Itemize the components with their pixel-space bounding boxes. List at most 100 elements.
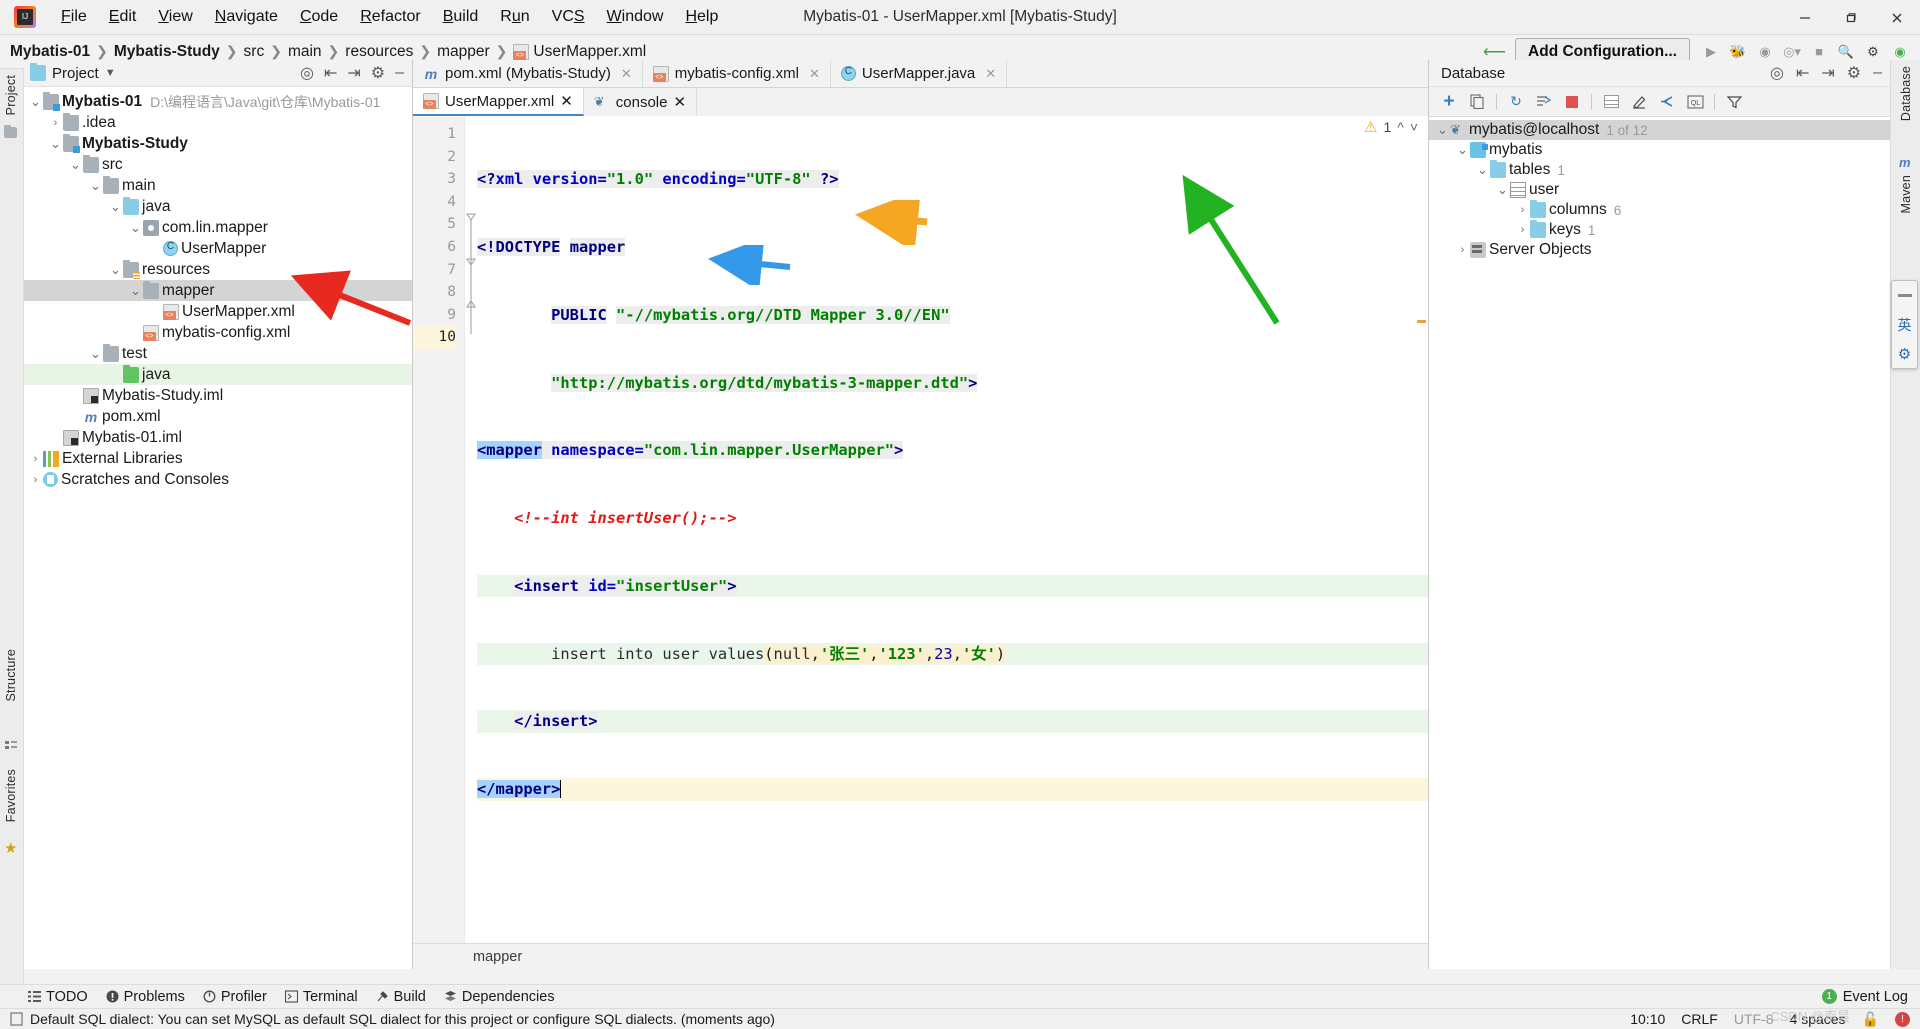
code-content[interactable]: <?xml version="1.0" encoding="UTF-8" ?> … (477, 117, 1428, 943)
build-hammer-icon[interactable]: ⟶ (1477, 42, 1512, 62)
edit-icon[interactable] (1625, 89, 1653, 115)
project-tree-item[interactable]: ⌄ resources (24, 259, 412, 280)
menu-window[interactable]: Window (596, 4, 675, 30)
project-tree-item[interactable]: ⌄ main (24, 175, 412, 196)
refresh-icon[interactable]: ↻ (1502, 89, 1530, 115)
menu-help[interactable]: Help (674, 4, 729, 30)
error-stripe-marker[interactable] (1417, 320, 1426, 323)
fold-region-insert[interactable] (465, 257, 477, 317)
editor-sub-tab[interactable]: UserMapper.xml ✕ (413, 88, 584, 116)
chevron-right-icon[interactable]: › (48, 117, 63, 129)
ime-floating-panel[interactable]: 英 ⚙ (1891, 280, 1918, 369)
chevron-right-icon[interactable]: › (28, 453, 43, 465)
menu-run[interactable]: Run (489, 4, 540, 30)
chevron-right-icon[interactable]: › (1515, 204, 1530, 216)
filter-icon[interactable] (1720, 89, 1748, 115)
project-tree-item[interactable]: UserMapper (24, 238, 412, 259)
minimize-icon[interactable] (1894, 285, 1915, 306)
database-tree-item[interactable]: ⌄ ❦ mybatis@localhost 1 of 12 (1429, 120, 1890, 140)
breadcrumb-item-0[interactable]: Mybatis-01 (10, 43, 90, 61)
chevron-down-icon[interactable]: ▼ (105, 67, 116, 79)
close-tab-icon[interactable]: ✕ (985, 66, 996, 82)
event-log-label[interactable]: Event Log (1843, 989, 1908, 1005)
project-tree-item[interactable]: m pom.xml (24, 406, 412, 427)
favorites-star-icon[interactable]: ★ (4, 839, 20, 857)
chevron-down-icon[interactable]: ⌄ (28, 95, 43, 108)
project-tree-item[interactable]: ⌄ test (24, 343, 412, 364)
menu-vcs[interactable]: VCS (541, 4, 596, 30)
database-tree-item[interactable]: › keys 1 (1429, 220, 1890, 240)
prev-problem-icon[interactable]: ^ (1397, 119, 1404, 135)
settings-icon[interactable]: ⚙ (371, 63, 385, 83)
file-encoding[interactable]: UTF-8 (1734, 1011, 1774, 1027)
editor-tab[interactable]: mybatis-config.xml ✕ (642, 60, 831, 87)
chevron-down-icon[interactable]: ⌄ (1435, 123, 1450, 136)
project-tree[interactable]: ⌄ Mybatis-01 D:\编程语言\Java\git\仓库\Mybatis-0… (24, 87, 412, 490)
menu-edit[interactable]: Edit (98, 4, 148, 30)
next-problem-icon[interactable]: ˅ (1410, 119, 1418, 135)
expand-all-icon[interactable]: ⇥ (347, 63, 360, 83)
bottom-tab-terminal[interactable]: Terminal (284, 989, 358, 1005)
chevron-down-icon[interactable]: ⌄ (88, 179, 103, 192)
project-tree-item[interactable]: ⌄ java (24, 196, 412, 217)
project-tree-item[interactable]: ⌄ com.lin.mapper (24, 217, 412, 238)
line-separator[interactable]: CRLF (1681, 1011, 1718, 1027)
collapse-all-icon[interactable]: ⇤ (324, 63, 337, 83)
close-tab-icon[interactable]: ✕ (673, 93, 686, 111)
stop-icon[interactable] (1558, 89, 1586, 115)
project-tree-item[interactable]: › External Libraries (24, 448, 412, 469)
breadcrumb-item-6[interactable]: UserMapper.xml (513, 43, 646, 61)
chevron-down-icon[interactable]: ⌄ (1475, 163, 1490, 176)
breadcrumb-item-4[interactable]: resources (345, 43, 413, 61)
project-tree-item[interactable]: Mybatis-01.iml (24, 427, 412, 448)
bottom-tab-problems[interactable]: Problems (106, 989, 185, 1005)
menu-navigate[interactable]: Navigate (204, 4, 289, 30)
code-editor[interactable]: 1 2 3 4 5 6 7 8 9 10 <?xml version="1.0" encoding… (413, 117, 1428, 943)
expand-all-icon[interactable]: ⇥ (1821, 63, 1834, 83)
database-tree-item[interactable]: ⌄ user (1429, 180, 1890, 200)
menu-view[interactable]: View (147, 4, 203, 30)
jump-to-icon[interactable] (1653, 89, 1681, 115)
project-tree-item[interactable]: mybatis-config.xml (24, 322, 412, 343)
ime-settings-icon[interactable]: ⚙ (1894, 343, 1915, 364)
maven-icon[interactable]: m (1899, 155, 1915, 171)
breadcrumb-item-1[interactable]: Mybatis-Study (114, 43, 220, 61)
structure-panel-icon[interactable] (4, 739, 20, 755)
event-log-area[interactable]: 1 Event Log (1821, 989, 1920, 1005)
database-tree[interactable]: ⌄ ❦ mybatis@localhost 1 of 12 ⌄ mybatis ⌄ table… (1429, 117, 1890, 260)
chevron-down-icon[interactable]: ⌄ (108, 263, 123, 276)
query-console-icon[interactable]: QL (1681, 89, 1709, 115)
editor-sub-tab[interactable]: ❦ console ✕ (583, 88, 698, 116)
chevron-right-icon[interactable]: › (28, 474, 43, 486)
tool-window-database[interactable]: Database (1899, 66, 1913, 121)
tool-window-project[interactable]: Project (4, 75, 18, 115)
chevron-down-icon[interactable]: ⌄ (128, 284, 143, 297)
locate-icon[interactable]: ◎ (300, 63, 314, 83)
project-tree-item[interactable]: › Scratches and Consoles (24, 469, 412, 490)
collapse-all-icon[interactable]: ⇤ (1796, 63, 1809, 83)
project-tree-item[interactable]: UserMapper.xml (24, 301, 412, 322)
editor-file-tabs[interactable]: mpom.xml (Mybatis-Study)✕mybatis-config.… (413, 60, 1428, 88)
close-tab-icon[interactable]: ✕ (809, 66, 820, 82)
add-icon[interactable]: + (1435, 89, 1463, 115)
bottom-tab-build[interactable]: Build (376, 989, 426, 1005)
bottom-tab-profiler[interactable]: Profiler (203, 989, 267, 1005)
bottom-tab-dependencies[interactable]: Dependencies (444, 989, 555, 1005)
chevron-down-icon[interactable]: ⌄ (1455, 143, 1470, 156)
menu-file[interactable]: File (50, 4, 98, 30)
chevron-down-icon[interactable]: ⌄ (88, 347, 103, 360)
project-tree-item[interactable]: Mybatis-Study.iml (24, 385, 412, 406)
chevron-right-icon[interactable]: › (1515, 224, 1530, 236)
project-tree-item[interactable]: ⌄ Mybatis-01 D:\编程语言\Java\git\仓库\Mybatis-0… (24, 91, 412, 112)
inspection-widget[interactable]: ⚠ 1 ^ ˅ (1364, 118, 1418, 136)
inspection-error-icon[interactable]: ! (1895, 1011, 1910, 1027)
bottom-tab-todo[interactable]: TODO (28, 989, 88, 1005)
code-folding-column[interactable] (465, 117, 477, 943)
breadcrumb-item-5[interactable]: mapper (437, 43, 490, 61)
tool-window-favorites[interactable]: Favorites (4, 769, 18, 822)
table-icon[interactable] (1597, 89, 1625, 115)
editor-tab[interactable]: UserMapper.java ✕ (830, 60, 1008, 87)
editor-sub-tabs[interactable]: UserMapper.xml ✕ ❦ console ✕ (413, 88, 1428, 116)
chevron-down-icon[interactable]: ⌄ (48, 137, 63, 150)
chevron-right-icon[interactable]: › (1455, 244, 1470, 256)
